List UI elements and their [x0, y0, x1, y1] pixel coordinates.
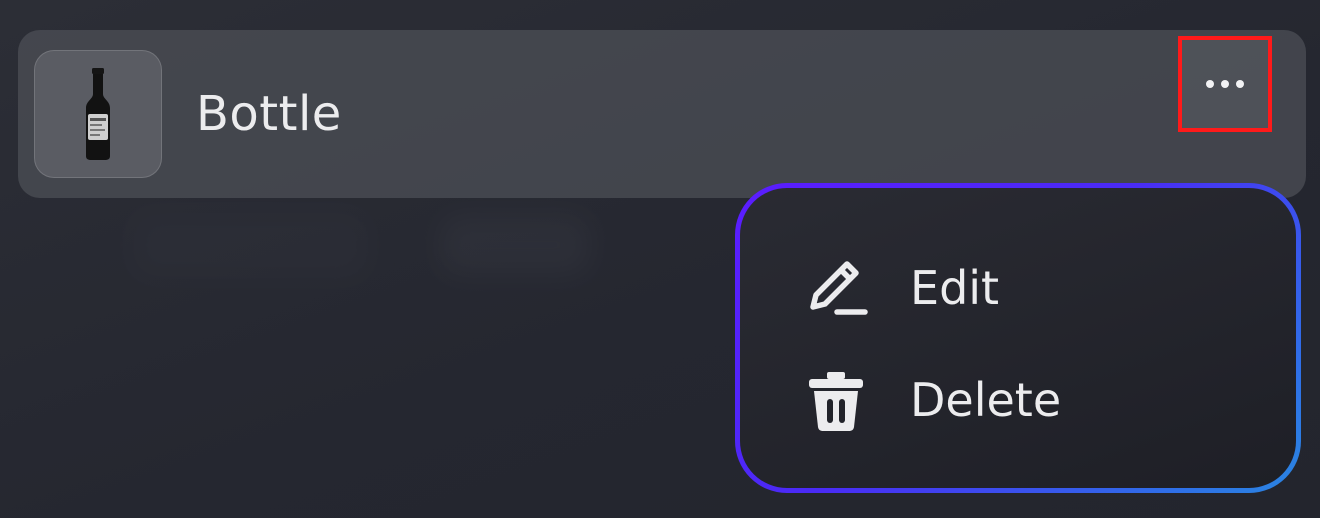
- more-horizontal-icon: [1206, 80, 1244, 88]
- trash-icon: [800, 364, 872, 436]
- menu-item-label: Delete: [910, 373, 1062, 427]
- menu-item-delete[interactable]: Delete: [800, 360, 1240, 440]
- pencil-icon: [800, 252, 872, 324]
- list-item-row[interactable]: Bottle: [18, 30, 1306, 198]
- context-menu: Edit Delete: [735, 183, 1301, 493]
- background-blur-shape: [130, 210, 370, 280]
- bottle-icon: [86, 68, 110, 160]
- more-options-button[interactable]: [1178, 36, 1272, 132]
- background-blur-shape: [440, 215, 590, 275]
- menu-item-edit[interactable]: Edit: [800, 248, 1240, 328]
- item-name: Bottle: [196, 86, 342, 142]
- item-thumbnail: [34, 50, 162, 178]
- context-menu-panel: Edit Delete: [740, 188, 1296, 488]
- menu-item-label: Edit: [910, 261, 1000, 315]
